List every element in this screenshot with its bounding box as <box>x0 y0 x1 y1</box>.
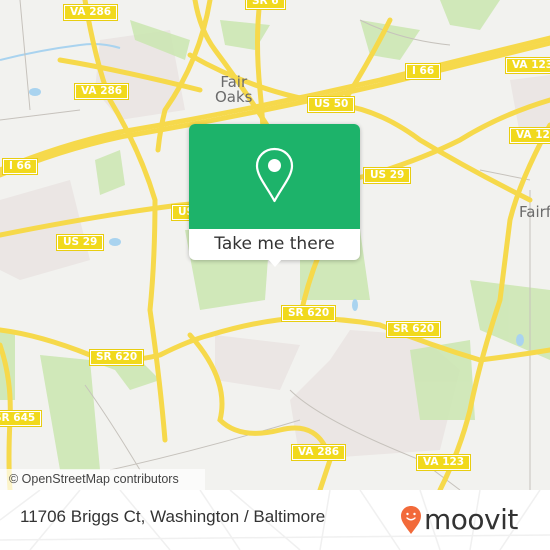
road-shield: I 66 <box>1 158 39 175</box>
location-pin-icon <box>255 147 294 203</box>
road-shield: VA 123 <box>508 127 550 144</box>
road-shield: SR 620 <box>385 321 442 338</box>
moovit-logo[interactable]: moovit <box>400 502 518 538</box>
road-shield: SR 645 <box>0 410 43 427</box>
road-shield: SR 6 <box>245 0 286 10</box>
road-shield: SR 620 <box>280 305 337 322</box>
road-shield: VA 286 <box>290 444 347 461</box>
place-label-fairfax-text: Fairfax <box>519 203 550 221</box>
place-label-fairfax: Fairfax <box>519 205 550 220</box>
place-label-fair-oaks-text: Fair Oaks <box>215 73 253 106</box>
road-shield: VA 286 <box>62 4 119 21</box>
map[interactable]: Fair Oaks Fairfax VA 286 SR 6 VA 286 I 6… <box>0 0 550 490</box>
address-text: 11706 Briggs Ct, Washington / Baltimore <box>20 507 326 526</box>
road-shield: US 29 <box>55 234 105 251</box>
road-shield: US 50 <box>306 96 356 113</box>
road-shield: SR 620 <box>88 349 145 366</box>
take-me-there-button[interactable]: Take me there <box>189 229 360 260</box>
popup-header[interactable] <box>189 124 360 229</box>
road-shield: VA 286 <box>73 83 130 100</box>
road-shield: VA 123 <box>415 454 472 471</box>
road-shield: VA 123 <box>504 57 550 74</box>
moovit-pin-icon <box>401 506 421 534</box>
map-attribution[interactable]: © OpenStreetMap contributors <box>0 469 205 490</box>
location-popup[interactable]: Take me there <box>189 124 360 267</box>
footer: 11706 Briggs Ct, Washington / Baltimore … <box>0 490 550 550</box>
popup-pointer <box>267 258 283 267</box>
road-shield: I 66 <box>404 63 442 80</box>
place-label-fair-oaks: Fair Oaks <box>215 75 253 105</box>
moovit-wordmark: moovit <box>424 503 518 536</box>
road-shield: US 29 <box>362 167 412 184</box>
